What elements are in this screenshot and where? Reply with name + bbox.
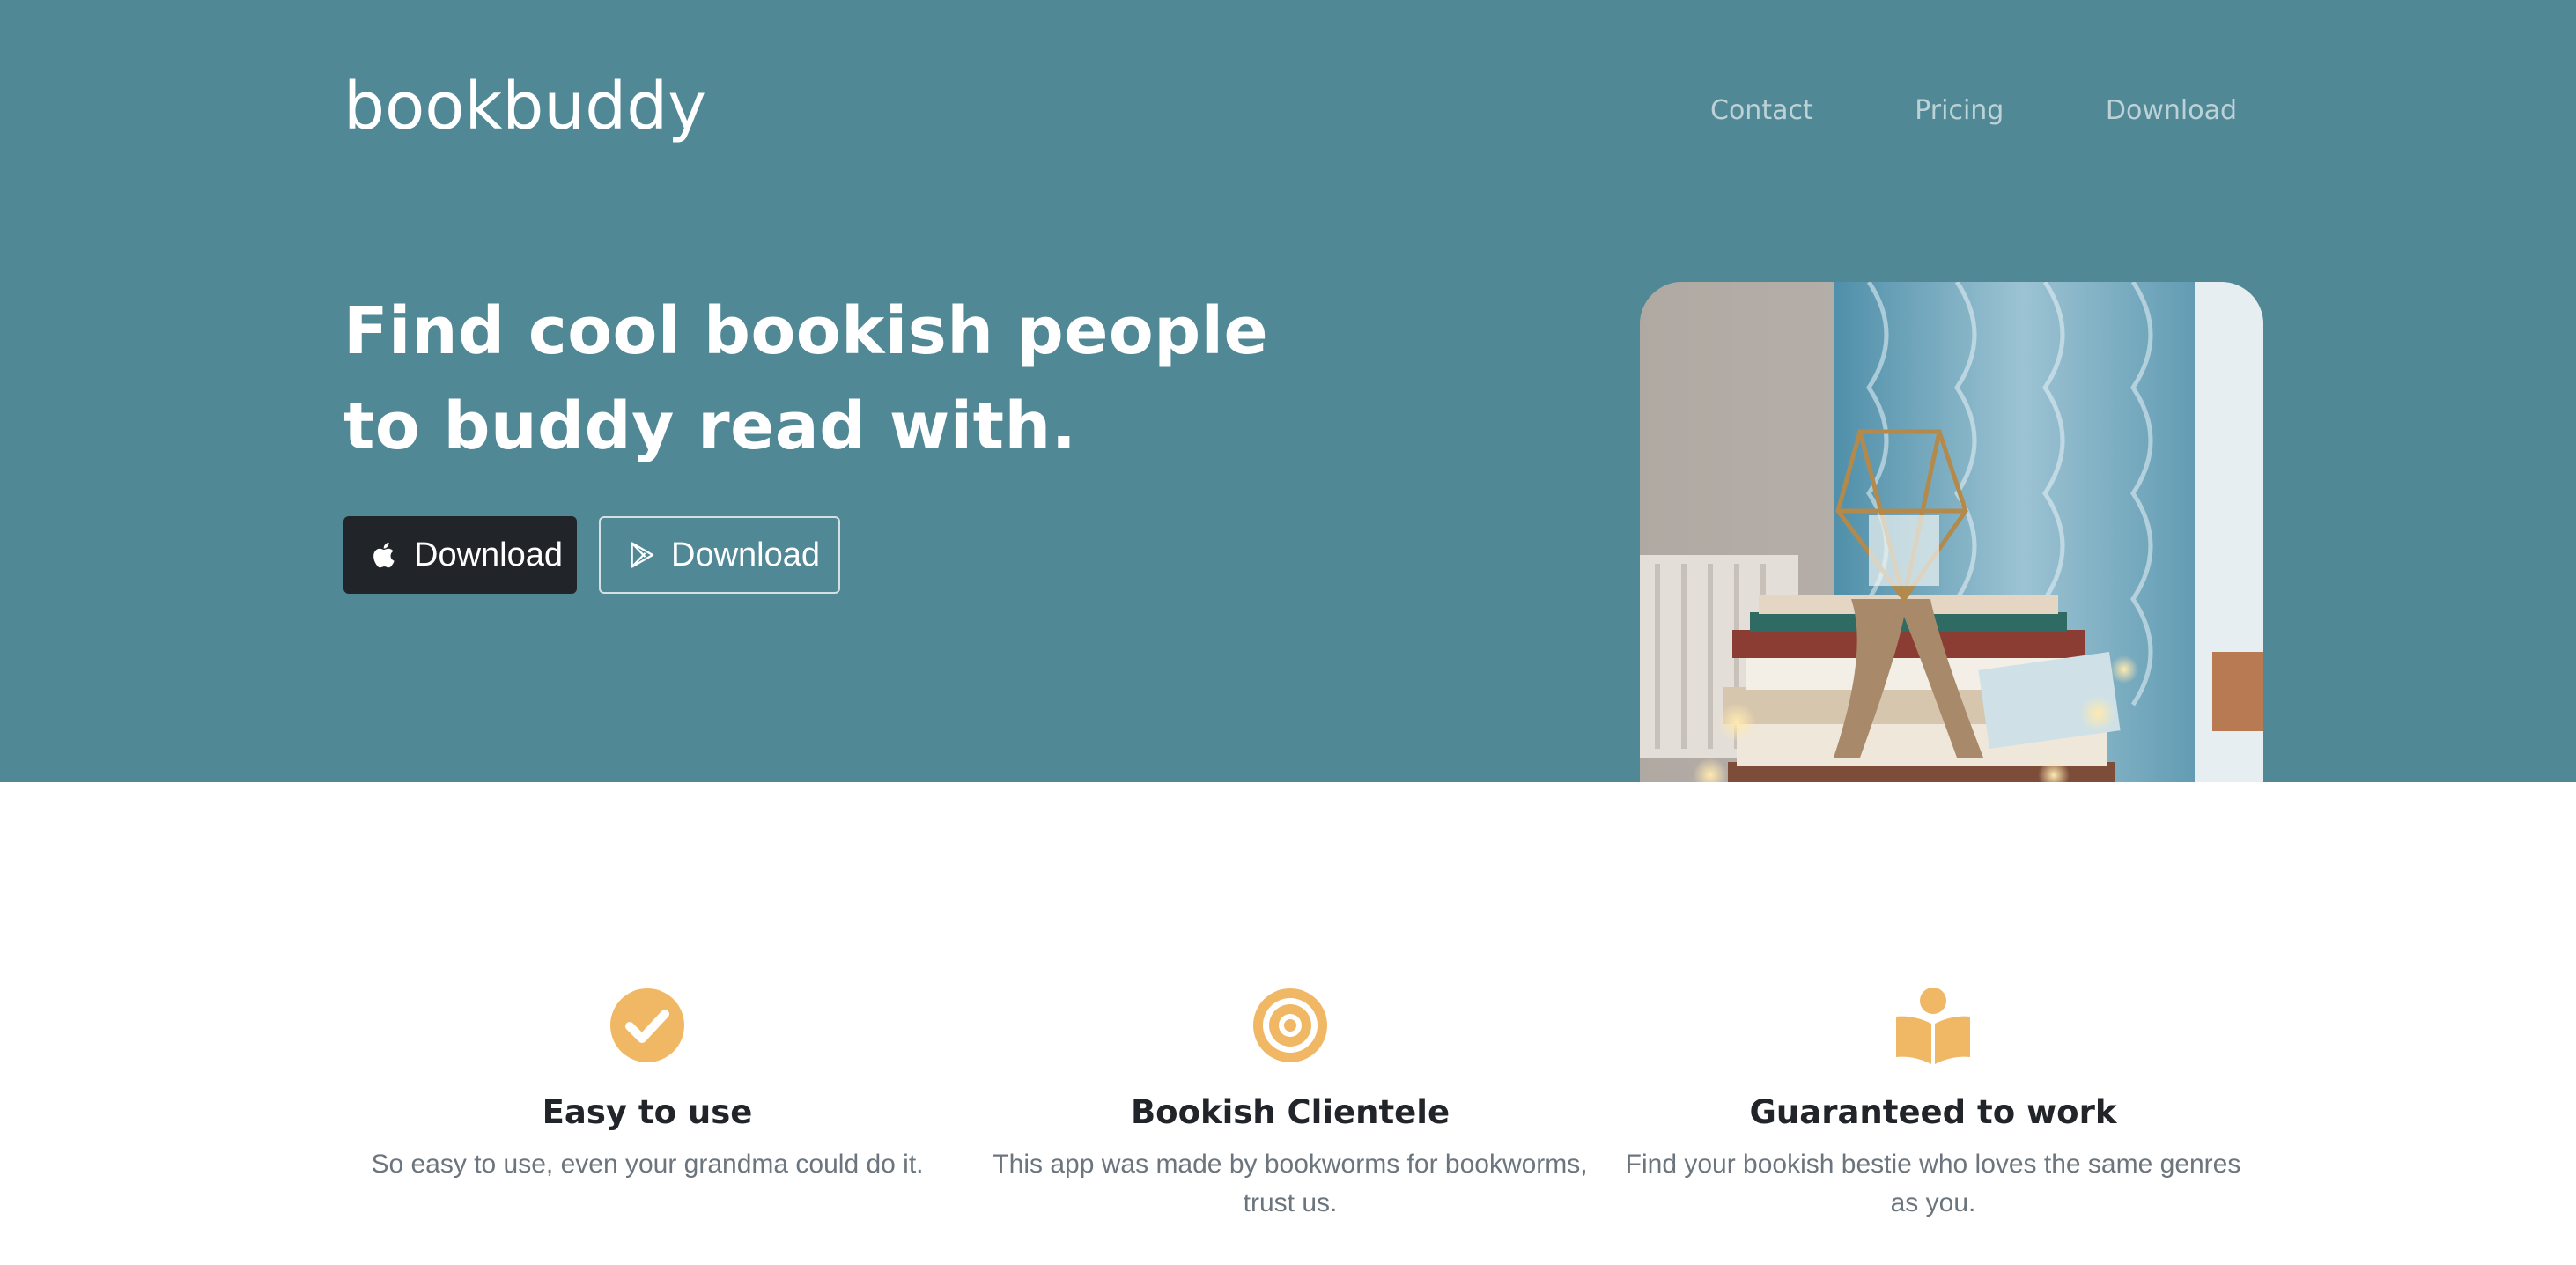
hero-headline-line-2: to buddy read with. <box>343 388 1077 464</box>
reader-icon <box>1896 988 1970 1064</box>
app-store-download-button[interactable]: Download <box>343 516 577 594</box>
check-circle-icon <box>610 988 684 1062</box>
feature-bookish-clientele: Bookish Clientele This app was made by b… <box>986 987 1594 1223</box>
books-photo <box>1640 282 2263 782</box>
feature-easy-to-use: Easy to use So easy to use, even your gr… <box>343 987 951 1184</box>
features-section: Easy to use So easy to use, even your gr… <box>0 987 2576 1265</box>
feature-title: Guaranteed to work <box>1749 1093 2117 1131</box>
feature-description: Find your bookish bestie who loves the s… <box>1625 1150 2241 1217</box>
feature-guaranteed-to-work: Guaranteed to work Find your bookish bes… <box>1625 987 2241 1223</box>
feature-title: Easy to use <box>542 1093 753 1131</box>
feature-description: So easy to use, even your grandma could … <box>371 1150 924 1179</box>
hero-headline-line-1: Find cool bookish people <box>343 293 1269 369</box>
app-store-download-label: Download <box>414 536 563 573</box>
target-icon <box>1253 988 1327 1062</box>
nav-link-pricing[interactable]: Pricing <box>1915 95 2004 130</box>
google-play-download-button[interactable]: Download <box>599 516 840 594</box>
apple-icon <box>370 540 400 570</box>
feature-title: Bookish Clientele <box>1130 1093 1450 1131</box>
nav-link-contact[interactable]: Contact <box>1710 95 1813 130</box>
nav-link-download[interactable]: Download <box>2106 95 2237 130</box>
hero-section: bookbuddy Contact Pricing Download Find … <box>0 0 2576 782</box>
hero-headline: Find cool bookish people to buddy read w… <box>343 284 1400 474</box>
top-nav: Contact Pricing Download <box>1673 95 2237 130</box>
feature-description: This app was made by bookworms for bookw… <box>993 1150 1588 1217</box>
google-play-download-label: Download <box>671 536 820 573</box>
brand-logo[interactable]: bookbuddy <box>343 69 706 144</box>
google-play-icon <box>627 540 657 570</box>
